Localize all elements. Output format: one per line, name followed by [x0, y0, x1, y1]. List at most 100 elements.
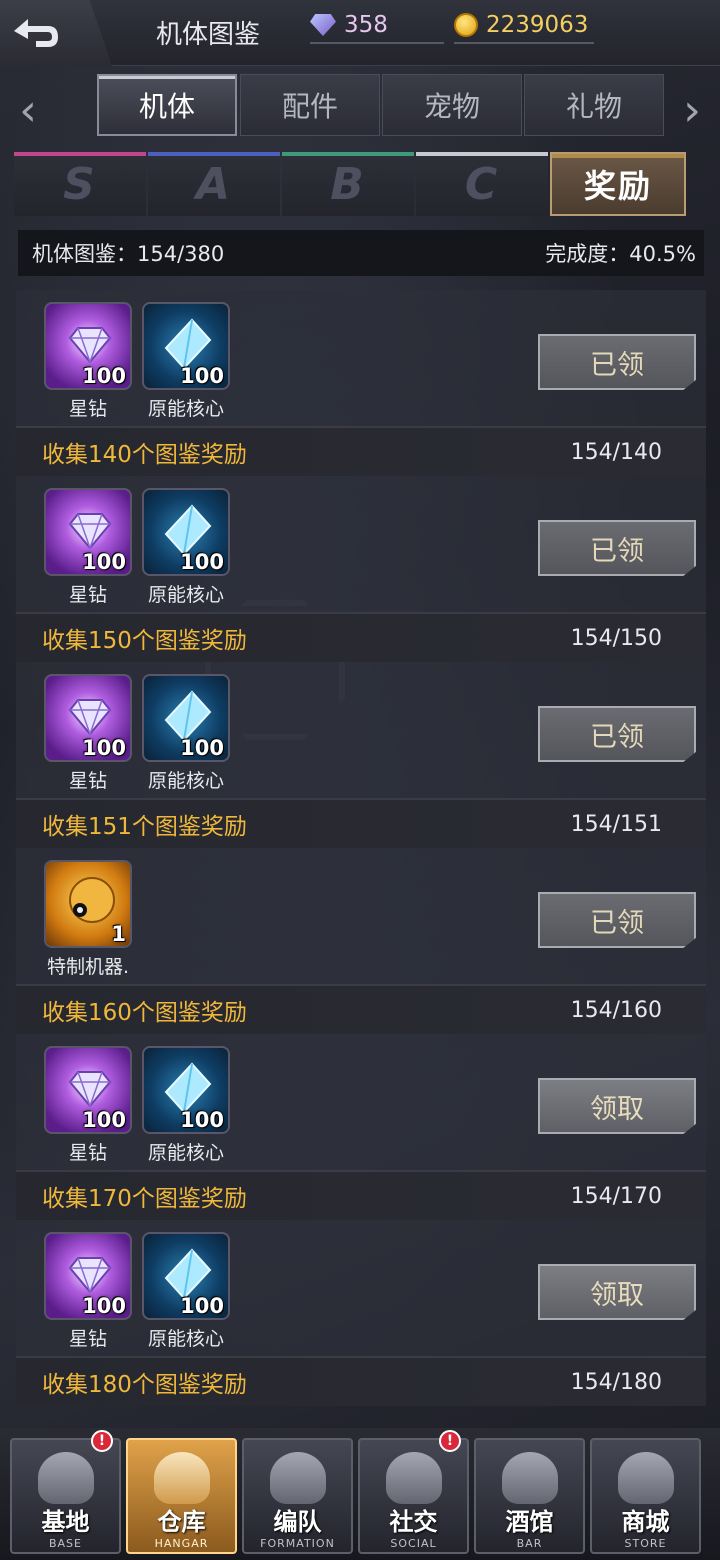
reward-item[interactable]: 100 星钻 [44, 488, 132, 607]
back-button[interactable] [0, 0, 112, 66]
reward-entry: 收集180个图鉴奖励 154/180 [16, 1356, 706, 1406]
reward-title: 收集150个图鉴奖励 [42, 628, 247, 654]
grade-tab-s[interactable]: S [14, 152, 146, 216]
claim-button[interactable]: 领取 [538, 1264, 696, 1320]
reward-title: 收集151个图鉴奖励 [42, 814, 247, 840]
item-quantity: 100 [82, 550, 126, 574]
item-name: 原能核心 [147, 770, 224, 792]
item-name: 星钻 [68, 398, 107, 420]
nav-label: 仓库 [157, 1508, 206, 1536]
reward-item[interactable]: 100 原能核心 [142, 1232, 230, 1351]
tab-pets[interactable]: 宠物 [382, 74, 522, 136]
reward-header: 收集170个图鉴奖励 154/170 [16, 1170, 706, 1220]
hangar-icon [153, 1452, 210, 1504]
collection-count: 机体图鉴：154/380 [32, 242, 225, 266]
star-diamond-item: 100 [44, 488, 132, 576]
nav-social-button[interactable]: 社交 SOCIAL! [358, 1430, 469, 1554]
reward-entry: 100 星钻 100 原能核心 已领 [16, 290, 706, 426]
reward-entry: 收集170个图鉴奖励 154/170 100 星钻 100 原能核心 领取 [16, 1170, 706, 1356]
item-name: 星钻 [68, 584, 107, 606]
reward-progress: 154/180 [570, 1369, 662, 1395]
chevron-left-icon[interactable]: ‹ [8, 80, 48, 140]
item-quantity: 100 [180, 736, 224, 760]
reward-header: 收集160个图鉴奖励 154/160 [16, 984, 706, 1034]
reward-item[interactable]: 100 原能核心 [142, 674, 230, 793]
reward-item[interactable]: 100 星钻 [44, 302, 132, 421]
bar-icon [501, 1452, 558, 1504]
reward-title: 收集170个图鉴奖励 [42, 1186, 247, 1212]
claim-button[interactable]: 领取 [538, 1078, 696, 1134]
robot-item: 1 [44, 860, 132, 948]
category-tabs: ‹ 机体 配件 宠物 礼物 › [0, 70, 720, 142]
nav-sublabel: BASE [48, 1537, 82, 1550]
grade-tab-a[interactable]: A [148, 152, 280, 216]
coin-count: 2239063 [486, 12, 589, 38]
nav-store-button[interactable]: 商城 STORE [590, 1438, 701, 1554]
nav-sublabel: STORE [624, 1537, 667, 1550]
energy-core-item: 100 [142, 488, 230, 576]
robot-head-icon [69, 877, 115, 923]
reward-items: 100 星钻 100 原能核心 [44, 488, 230, 607]
energy-core-item: 100 [142, 1046, 230, 1134]
page-title: 机体图鉴 [156, 20, 261, 50]
tab-parts[interactable]: 配件 [240, 74, 380, 136]
item-quantity: 100 [180, 364, 224, 388]
claimed-button[interactable]: 已领 [538, 520, 696, 576]
tab-mecha[interactable]: 机体 [97, 74, 237, 136]
item-name: 原能核心 [147, 1328, 224, 1350]
nav-base-button[interactable]: 基地 BASE! [10, 1430, 121, 1554]
reward-item[interactable]: 100 星钻 [44, 674, 132, 793]
notification-badge: ! [91, 1430, 113, 1452]
reward-progress: 154/140 [570, 439, 662, 465]
item-quantity: 100 [82, 364, 126, 388]
nav-sublabel: SOCIAL [390, 1537, 437, 1550]
diamond-icon [68, 1071, 112, 1109]
tab-gifts[interactable]: 礼物 [524, 74, 664, 136]
back-arrow-icon [14, 19, 58, 47]
gem-currency: 358 [310, 8, 444, 44]
claimed-button[interactable]: 已领 [538, 706, 696, 762]
nav-formation-button[interactable]: 编队 FORMATION [242, 1438, 353, 1554]
reward-item[interactable]: 100 原能核心 [142, 302, 230, 421]
reward-title: 收集180个图鉴奖励 [42, 1372, 247, 1398]
crystal-icon [164, 504, 212, 556]
item-quantity: 100 [180, 1108, 224, 1132]
reward-item[interactable]: 100 星钻 [44, 1046, 132, 1165]
reward-item[interactable]: 100 原能核心 [142, 1046, 230, 1165]
grade-tab-b[interactable]: B [282, 152, 414, 216]
reward-items: 100 星钻 100 原能核心 [44, 1232, 230, 1351]
reward-item[interactable]: 100 星钻 [44, 1232, 132, 1351]
claimed-button[interactable]: 已领 [538, 892, 696, 948]
reward-entry: 收集140个图鉴奖励 154/140 100 星钻 100 原能核心 已领 [16, 426, 706, 612]
store-icon [617, 1452, 674, 1504]
item-quantity: 1 [111, 922, 126, 946]
nav-bar-button[interactable]: 酒馆 BAR [474, 1438, 585, 1554]
reward-item[interactable]: 100 原能核心 [142, 488, 230, 607]
reward-items: 100 星钻 100 原能核心 [44, 1046, 230, 1165]
item-name: 星钻 [68, 1142, 107, 1164]
top-bar: 机体图鉴 358 2239063 [0, 0, 720, 66]
reward-body: 100 星钻 100 原能核心 领取 [16, 1220, 706, 1356]
diamond-icon [68, 1257, 112, 1295]
grade-tab-c[interactable]: C [416, 152, 548, 216]
item-quantity: 100 [82, 1108, 126, 1132]
claimed-button[interactable]: 已领 [538, 334, 696, 390]
grade-tab-rewards[interactable]: 奖励 [550, 152, 686, 216]
nav-sublabel: HANGAR [154, 1537, 209, 1550]
reward-progress: 154/151 [570, 811, 662, 837]
reward-list[interactable]: 100 星钻 100 原能核心 已领 收集140个图鉴奖励 154/140 100 星钻 100 原… [16, 290, 706, 1410]
diamond-icon [68, 327, 112, 365]
item-name: 特制机器. [46, 956, 130, 978]
coin-currency: 2239063 [454, 8, 594, 44]
item-name: 原能核心 [147, 584, 224, 606]
reward-item[interactable]: 1 特制机器. [44, 860, 132, 979]
item-name: 原能核心 [147, 398, 224, 420]
chevron-right-icon[interactable]: › [672, 80, 712, 140]
reward-progress: 154/160 [570, 997, 662, 1023]
nav-hangar-button[interactable]: 仓库 HANGAR [126, 1438, 237, 1554]
social-icon [385, 1452, 442, 1504]
reward-body: 100 星钻 100 原能核心 已领 [16, 290, 706, 426]
item-quantity: 100 [82, 736, 126, 760]
reward-items: 100 星钻 100 原能核心 [44, 302, 230, 421]
reward-body: 100 星钻 100 原能核心 已领 [16, 662, 706, 798]
